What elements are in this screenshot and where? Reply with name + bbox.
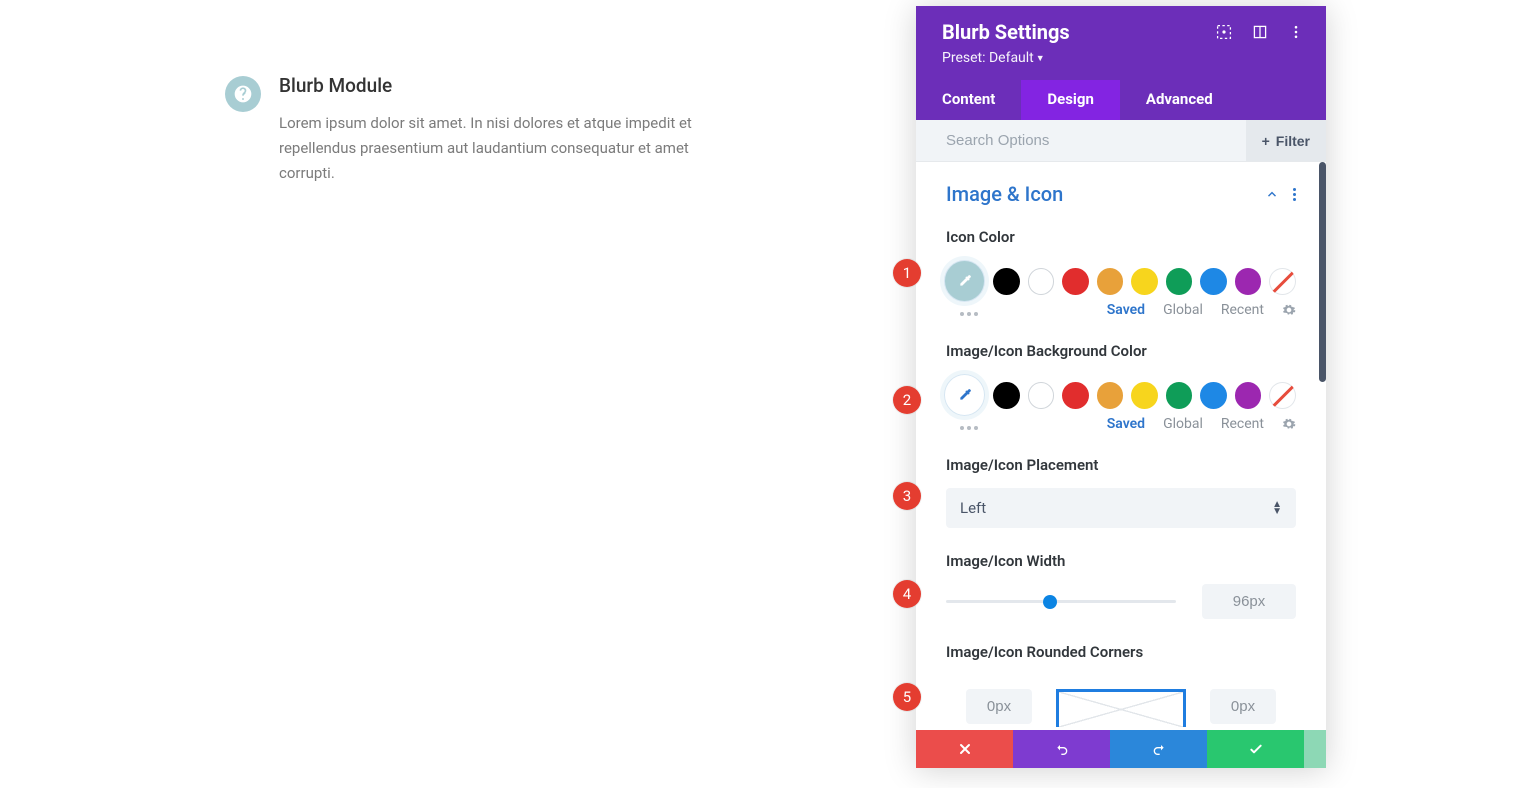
- color-swatch[interactable]: [1131, 268, 1158, 295]
- palette-saved[interactable]: Saved: [1107, 302, 1145, 318]
- color-swatch[interactable]: [1200, 382, 1227, 409]
- bg-color-label: Image/Icon Background Color: [946, 342, 1296, 360]
- no-color-swatch[interactable]: [1269, 382, 1296, 409]
- footer-extra: [1304, 730, 1326, 768]
- color-swatch[interactable]: [993, 382, 1020, 409]
- annotation-badge: 3: [893, 482, 921, 510]
- expand-icon[interactable]: [1216, 24, 1232, 40]
- color-swatch[interactable]: [1200, 268, 1227, 295]
- cancel-button[interactable]: [916, 730, 1013, 768]
- preview-body: Lorem ipsum dolor sit amet. In nisi dolo…: [279, 111, 705, 185]
- field-bg-color: Image/Icon Background Color Saved Global…: [946, 342, 1296, 432]
- field-width: Image/Icon Width: [946, 552, 1296, 619]
- question-icon: [225, 76, 261, 112]
- no-color-swatch[interactable]: [1269, 268, 1296, 295]
- color-swatch[interactable]: [1097, 382, 1124, 409]
- palette-recent[interactable]: Recent: [1221, 302, 1264, 318]
- settings-panel: Blurb Settings Preset: Default▼ Content …: [916, 6, 1326, 768]
- placement-select[interactable]: Left ▲▼: [946, 488, 1296, 528]
- snap-icon[interactable]: [1252, 24, 1268, 40]
- annotation-badge: 5: [893, 683, 921, 711]
- gear-icon[interactable]: [1282, 303, 1296, 317]
- field-icon-color: Icon Color Saved Global Recent: [946, 228, 1296, 318]
- color-swatch[interactable]: [1166, 268, 1193, 295]
- panel-header: Blurb Settings Preset: Default▼: [916, 6, 1326, 80]
- corner-tr-input[interactable]: [1210, 689, 1276, 724]
- preset-selector[interactable]: Preset: Default▼: [942, 50, 1304, 66]
- palette-global[interactable]: Global: [1163, 416, 1203, 432]
- blurb-preview: Blurb Module Lorem ipsum dolor sit amet.…: [225, 74, 705, 185]
- filter-button[interactable]: +Filter: [1246, 120, 1326, 161]
- slider-thumb[interactable]: [1043, 595, 1057, 609]
- undo-button[interactable]: [1013, 730, 1110, 768]
- color-swatch[interactable]: [1028, 268, 1055, 295]
- tab-advanced[interactable]: Advanced: [1120, 80, 1239, 120]
- panel-title: Blurb Settings: [942, 20, 1070, 44]
- palette-links: Saved Global Recent: [946, 302, 1296, 318]
- color-swatch[interactable]: [1166, 382, 1193, 409]
- color-swatch[interactable]: [1097, 268, 1124, 295]
- preset-label: Preset: Default: [942, 50, 1034, 66]
- tab-design[interactable]: Design: [1021, 80, 1120, 120]
- palette-saved[interactable]: Saved: [1107, 416, 1145, 432]
- tab-content[interactable]: Content: [916, 80, 1021, 120]
- redo-button[interactable]: [1110, 730, 1207, 768]
- more-icon[interactable]: [1288, 24, 1304, 40]
- field-corners: Image/Icon Rounded Corners: [946, 643, 1296, 727]
- placement-value: Left: [960, 499, 986, 517]
- color-swatch[interactable]: [993, 268, 1020, 295]
- tabs: Content Design Advanced: [916, 80, 1326, 120]
- scrollbar[interactable]: [1319, 162, 1326, 382]
- corners-preview: [1056, 689, 1186, 727]
- annotation-badge: 4: [893, 580, 921, 608]
- panel-footer: [916, 730, 1326, 768]
- gear-icon[interactable]: [1282, 417, 1296, 431]
- color-swatch[interactable]: [1235, 268, 1262, 295]
- preview-text: Blurb Module Lorem ipsum dolor sit amet.…: [279, 74, 705, 185]
- annotation-badge: 1: [893, 259, 921, 287]
- select-arrows-icon: ▲▼: [1272, 501, 1282, 515]
- corner-tl-input[interactable]: [966, 689, 1032, 724]
- color-swatch[interactable]: [1028, 382, 1055, 409]
- width-slider[interactable]: [946, 600, 1176, 603]
- section-more-icon[interactable]: [1293, 188, 1296, 201]
- annotation-badge: 2: [893, 386, 921, 414]
- color-swatch[interactable]: [1062, 268, 1089, 295]
- palette-links: Saved Global Recent: [946, 416, 1296, 432]
- search-input[interactable]: [916, 120, 1246, 161]
- width-label: Image/Icon Width: [946, 552, 1296, 570]
- corners-label: Image/Icon Rounded Corners: [946, 643, 1296, 661]
- panel-body: Image & Icon Icon Color Saved Global: [916, 162, 1326, 730]
- palette-recent[interactable]: Recent: [1221, 416, 1264, 432]
- preview-title: Blurb Module: [279, 74, 705, 97]
- search-row: +Filter: [916, 120, 1326, 162]
- save-button[interactable]: [1207, 730, 1304, 768]
- width-input[interactable]: [1202, 584, 1296, 619]
- filter-label: Filter: [1276, 133, 1310, 149]
- palette-global[interactable]: Global: [1163, 302, 1203, 318]
- field-placement: Image/Icon Placement Left ▲▼: [946, 456, 1296, 528]
- eyedropper-icon[interactable]: [944, 260, 985, 302]
- icon-color-label: Icon Color: [946, 228, 1296, 246]
- eyedropper-icon[interactable]: [944, 374, 985, 416]
- chevron-up-icon[interactable]: [1265, 187, 1279, 201]
- color-swatch[interactable]: [1062, 382, 1089, 409]
- section-title[interactable]: Image & Icon: [946, 182, 1063, 206]
- color-swatch[interactable]: [1235, 382, 1262, 409]
- placement-label: Image/Icon Placement: [946, 456, 1296, 474]
- color-swatch[interactable]: [1131, 382, 1158, 409]
